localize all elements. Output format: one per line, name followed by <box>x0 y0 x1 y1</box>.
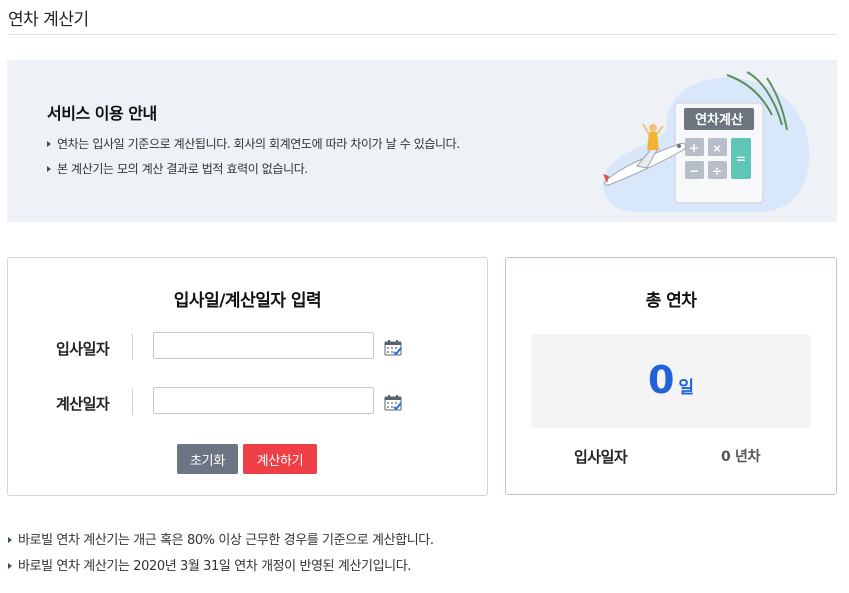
page-title: 연차 계산기 <box>8 10 89 30</box>
field-divider <box>132 389 133 415</box>
minus-glyph: − <box>689 164 699 178</box>
result-card: 총 연차 0일 입사일자 0 년차 <box>505 257 837 495</box>
input-card-heading: 입사일/계산일자 입력 <box>173 291 322 311</box>
calculator-label: 연차계산 <box>695 112 743 128</box>
notice-line: 본 계산기는 모의 계산 결과로 법적 효력이 없습니다. <box>47 160 308 177</box>
bullet-icon <box>47 165 51 172</box>
notice-line-text: 연차는 입사일 기준으로 계산됩니다. 회사의 회계연도에 따라 차이가 날 수… <box>57 137 460 151</box>
calendar-icon[interactable] <box>384 394 402 412</box>
calc-date-input[interactable] <box>153 387 374 414</box>
reset-button[interactable]: 초기화 <box>177 444 238 474</box>
notice-title: 서비스 이용 안내 <box>47 104 157 123</box>
calc-date-label: 계산일자 <box>56 395 110 413</box>
calculator-airplane-illustration: 연차계산 + × − ÷ = <box>603 71 810 213</box>
total-leave-unit: 일 <box>678 378 695 398</box>
join-date-input[interactable] <box>153 332 374 359</box>
times-glyph: × <box>712 142 721 155</box>
result-card-heading: 총 연차 <box>645 291 697 311</box>
equals-glyph: = <box>736 152 746 166</box>
result-join-label: 입사일자 <box>574 448 628 466</box>
date-input-card: 입사일/계산일자 입력 입사일자 계산일자 초기화 계산하기 <box>7 257 488 496</box>
footnote: 바로빌 연차 계산기는 개근 혹은 80% 이상 근무한 경우를 기준으로 계산… <box>8 529 434 548</box>
service-notice-banner: 서비스 이용 안내 연차는 입사일 기준으로 계산됩니다. 회사의 회계연도에 … <box>7 60 837 222</box>
bullet-icon <box>8 536 12 543</box>
bullet-icon <box>8 562 12 569</box>
footnote: 바로빌 연차 계산기는 2020년 3월 31일 연차 개정이 반영된 계산기입… <box>8 555 411 574</box>
title-divider <box>8 34 837 35</box>
footnote-text: 바로빌 연차 계산기는 2020년 3월 31일 연차 개정이 반영된 계산기입… <box>18 559 411 574</box>
calculate-button[interactable]: 계산하기 <box>243 444 317 474</box>
plus-glyph: + <box>689 141 699 155</box>
calendar-icon[interactable] <box>384 339 402 357</box>
result-box: 0일 <box>531 334 811 428</box>
field-divider <box>132 334 133 360</box>
bullet-icon <box>47 140 51 147</box>
footnote-text: 바로빌 연차 계산기는 개근 혹은 80% 이상 근무한 경우를 기준으로 계산… <box>18 533 434 548</box>
join-date-label: 입사일자 <box>56 340 110 358</box>
notice-line: 연차는 입사일 기준으로 계산됩니다. 회사의 회계연도에 따라 차이가 날 수… <box>47 135 460 152</box>
result-years-value: 0 년차 <box>721 449 761 465</box>
total-leave-value: 0 <box>647 358 675 402</box>
notice-line-text: 본 계산기는 모의 계산 결과로 법적 효력이 없습니다. <box>57 162 308 176</box>
divide-glyph: ÷ <box>712 164 722 178</box>
